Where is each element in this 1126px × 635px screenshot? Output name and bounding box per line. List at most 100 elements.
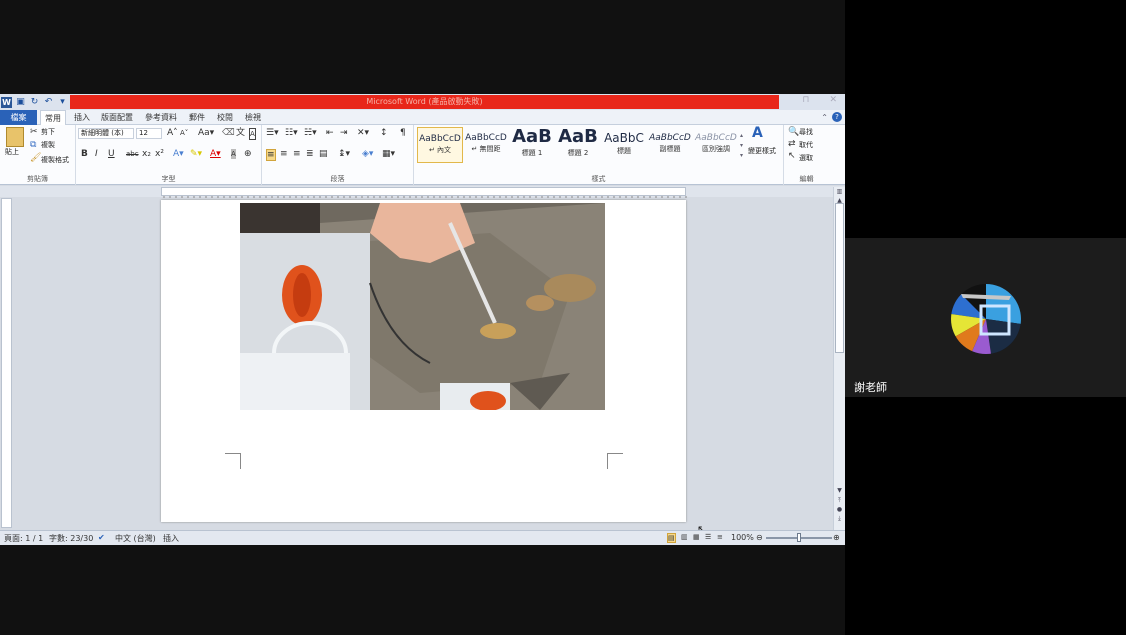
strikethrough-button[interactable]: abc — [126, 149, 139, 159]
clear-format-icon[interactable]: ⌫ — [222, 128, 235, 138]
paste-button[interactable]: 貼上 — [5, 147, 19, 157]
copy-icon[interactable]: ⧉ — [30, 140, 36, 150]
borders-icon[interactable]: ▦▾ — [382, 149, 395, 159]
tab-home[interactable]: 常用 — [40, 110, 66, 125]
increase-indent-icon[interactable]: ⇥ — [340, 128, 348, 138]
zoom-out-icon[interactable]: ⊖ — [756, 533, 763, 542]
style-heading-1[interactable]: AaB 標題 1 — [509, 127, 555, 163]
draft-icon[interactable]: ≡ — [717, 533, 723, 541]
change-case-icon[interactable]: Aa▾ — [198, 128, 214, 138]
font-name-select[interactable]: 新細明體 (本) — [78, 128, 134, 139]
align-right-icon[interactable]: ≡ — [293, 149, 301, 159]
replace-button[interactable]: 取代 — [799, 140, 813, 150]
language-indicator[interactable]: 中文 (台灣) — [115, 533, 156, 544]
style-heading-2[interactable]: AaB 標題 2 — [555, 127, 601, 163]
style-title[interactable]: AaBbC 標題 — [601, 127, 647, 163]
sort-icon[interactable]: ↕ — [380, 128, 388, 138]
print-layout-icon[interactable]: ▤ — [667, 533, 676, 543]
tab-references[interactable]: 參考資料 — [141, 110, 181, 125]
browse-object-icon[interactable]: ● — [835, 506, 844, 513]
char-shading-icon[interactable]: A — [231, 149, 236, 159]
bold-button[interactable]: B — [81, 149, 88, 159]
vertical-scrollbar[interactable]: ▥ ▲ ▼ ⤒ ● ⤓ — [833, 187, 845, 530]
change-styles-button[interactable]: 變更樣式 — [748, 146, 776, 156]
superscript-button[interactable]: x² — [155, 149, 164, 159]
grow-font-icon[interactable]: A˄ — [167, 128, 178, 138]
ruler-toggle-icon[interactable]: ▥ — [835, 188, 844, 195]
style-normal[interactable]: AaBbCcD ↵ 內文 — [417, 127, 463, 163]
inserted-photo[interactable] — [240, 203, 605, 410]
numbering-icon[interactable]: ☷▾ — [285, 128, 298, 138]
outline-icon[interactable]: ☰ — [705, 533, 711, 541]
change-styles-icon[interactable]: A — [752, 126, 763, 140]
shading-icon[interactable]: ◈▾ — [362, 149, 373, 159]
cut-button[interactable]: 剪下 — [41, 127, 55, 137]
full-screen-reading-icon[interactable]: ▥ — [681, 533, 688, 541]
multilevel-list-icon[interactable]: ☵▾ — [304, 128, 317, 138]
tab-review[interactable]: 校閱 — [213, 110, 237, 125]
cut-icon[interactable]: ✂ — [30, 127, 38, 137]
format-painter-button[interactable]: 複製格式 — [41, 155, 69, 165]
horizontal-ruler[interactable] — [0, 186, 845, 201]
bullets-icon[interactable]: ☰▾ — [266, 128, 279, 138]
next-page-icon[interactable]: ⤓ — [835, 515, 844, 523]
style-no-spacing[interactable]: AaBbCcD ↵ 無間距 — [463, 127, 509, 163]
tab-insert[interactable]: 插入 — [70, 110, 94, 125]
close-button[interactable]: ✕ — [829, 95, 837, 105]
vertical-ruler[interactable] — [1, 198, 12, 528]
enclose-char-icon[interactable]: ⊕ — [244, 149, 252, 159]
subscript-button[interactable]: x₂ — [142, 149, 151, 159]
repeat-icon[interactable]: ↻ — [29, 97, 40, 108]
font-size-select[interactable]: 12 — [136, 128, 162, 139]
replace-icon[interactable]: ⇄ — [788, 139, 796, 149]
shrink-font-icon[interactable]: A˅ — [180, 128, 188, 138]
asian-layout-icon[interactable]: ✕▾ — [357, 128, 369, 138]
line-spacing-icon[interactable]: ↨▾ — [338, 149, 350, 159]
restore-button[interactable]: ⊓ — [802, 95, 809, 105]
styles-gallery-more-icon[interactable]: ▴ ▾ ▾ — [740, 131, 743, 161]
document-page[interactable] — [161, 200, 686, 522]
decrease-indent-icon[interactable]: ⇤ — [326, 128, 334, 138]
undo-icon[interactable]: ↶ — [43, 97, 54, 108]
scroll-down-icon[interactable]: ▼ — [835, 487, 844, 494]
tab-page-layout[interactable]: 版面配置 — [97, 110, 137, 125]
italic-button[interactable]: I — [95, 149, 98, 159]
customize-toolbar-icon[interactable]: ▾ — [57, 97, 68, 108]
justify-icon[interactable]: ≣ — [306, 149, 314, 159]
style-subtitle[interactable]: AaBbCcD 副標題 — [647, 127, 693, 163]
find-icon[interactable]: 🔍 — [788, 127, 799, 137]
show-marks-icon[interactable]: ¶ — [400, 128, 406, 138]
word-count[interactable]: 字數: 23/30 — [49, 533, 93, 544]
format-painter-icon[interactable]: 🖌 — [30, 153, 41, 163]
select-button[interactable]: 選取 — [799, 153, 813, 163]
phonetic-guide-icon[interactable]: 文 — [236, 128, 245, 138]
zoom-in-icon[interactable]: ⊕ — [833, 533, 840, 542]
participant-tile[interactable]: 謝老師 — [845, 238, 1126, 397]
highlight-icon[interactable]: ✎▾ — [190, 149, 202, 159]
save-icon[interactable]: ▣ — [15, 97, 26, 108]
minimize-ribbon-icon[interactable]: ⌃ — [821, 113, 828, 122]
distributed-icon[interactable]: ▤ — [319, 149, 328, 159]
page-count[interactable]: 頁面: 1 / 1 — [4, 533, 43, 544]
help-icon[interactable]: ? — [832, 112, 842, 122]
copy-button[interactable]: 複製 — [41, 140, 55, 150]
proofing-icon[interactable]: ✔ — [98, 533, 105, 542]
zoom-slider-handle[interactable] — [797, 533, 801, 542]
web-layout-icon[interactable]: ▦ — [693, 533, 700, 541]
select-icon[interactable]: ↖ — [788, 151, 796, 161]
find-button[interactable]: 尋找 — [799, 127, 813, 137]
paste-icon[interactable] — [6, 127, 24, 147]
tab-file[interactable]: 檔案 — [0, 110, 37, 125]
insert-mode[interactable]: 插入 — [163, 533, 179, 544]
previous-page-icon[interactable]: ⤒ — [835, 497, 844, 505]
align-center-icon[interactable]: ≡ — [280, 149, 288, 159]
underline-button[interactable]: U — [108, 149, 115, 159]
tab-view[interactable]: 檢視 — [241, 110, 265, 125]
zoom-level[interactable]: 100% — [731, 533, 754, 542]
char-border-icon[interactable]: A — [249, 128, 256, 140]
tab-mailings[interactable]: 郵件 — [185, 110, 209, 125]
style-subtle-emphasis[interactable]: AaBbCcD 區別強調 — [693, 127, 739, 163]
text-effects-icon[interactable]: A▾ — [173, 149, 184, 159]
align-left-icon[interactable]: ≡ — [266, 149, 276, 161]
scroll-thumb[interactable] — [835, 203, 844, 353]
